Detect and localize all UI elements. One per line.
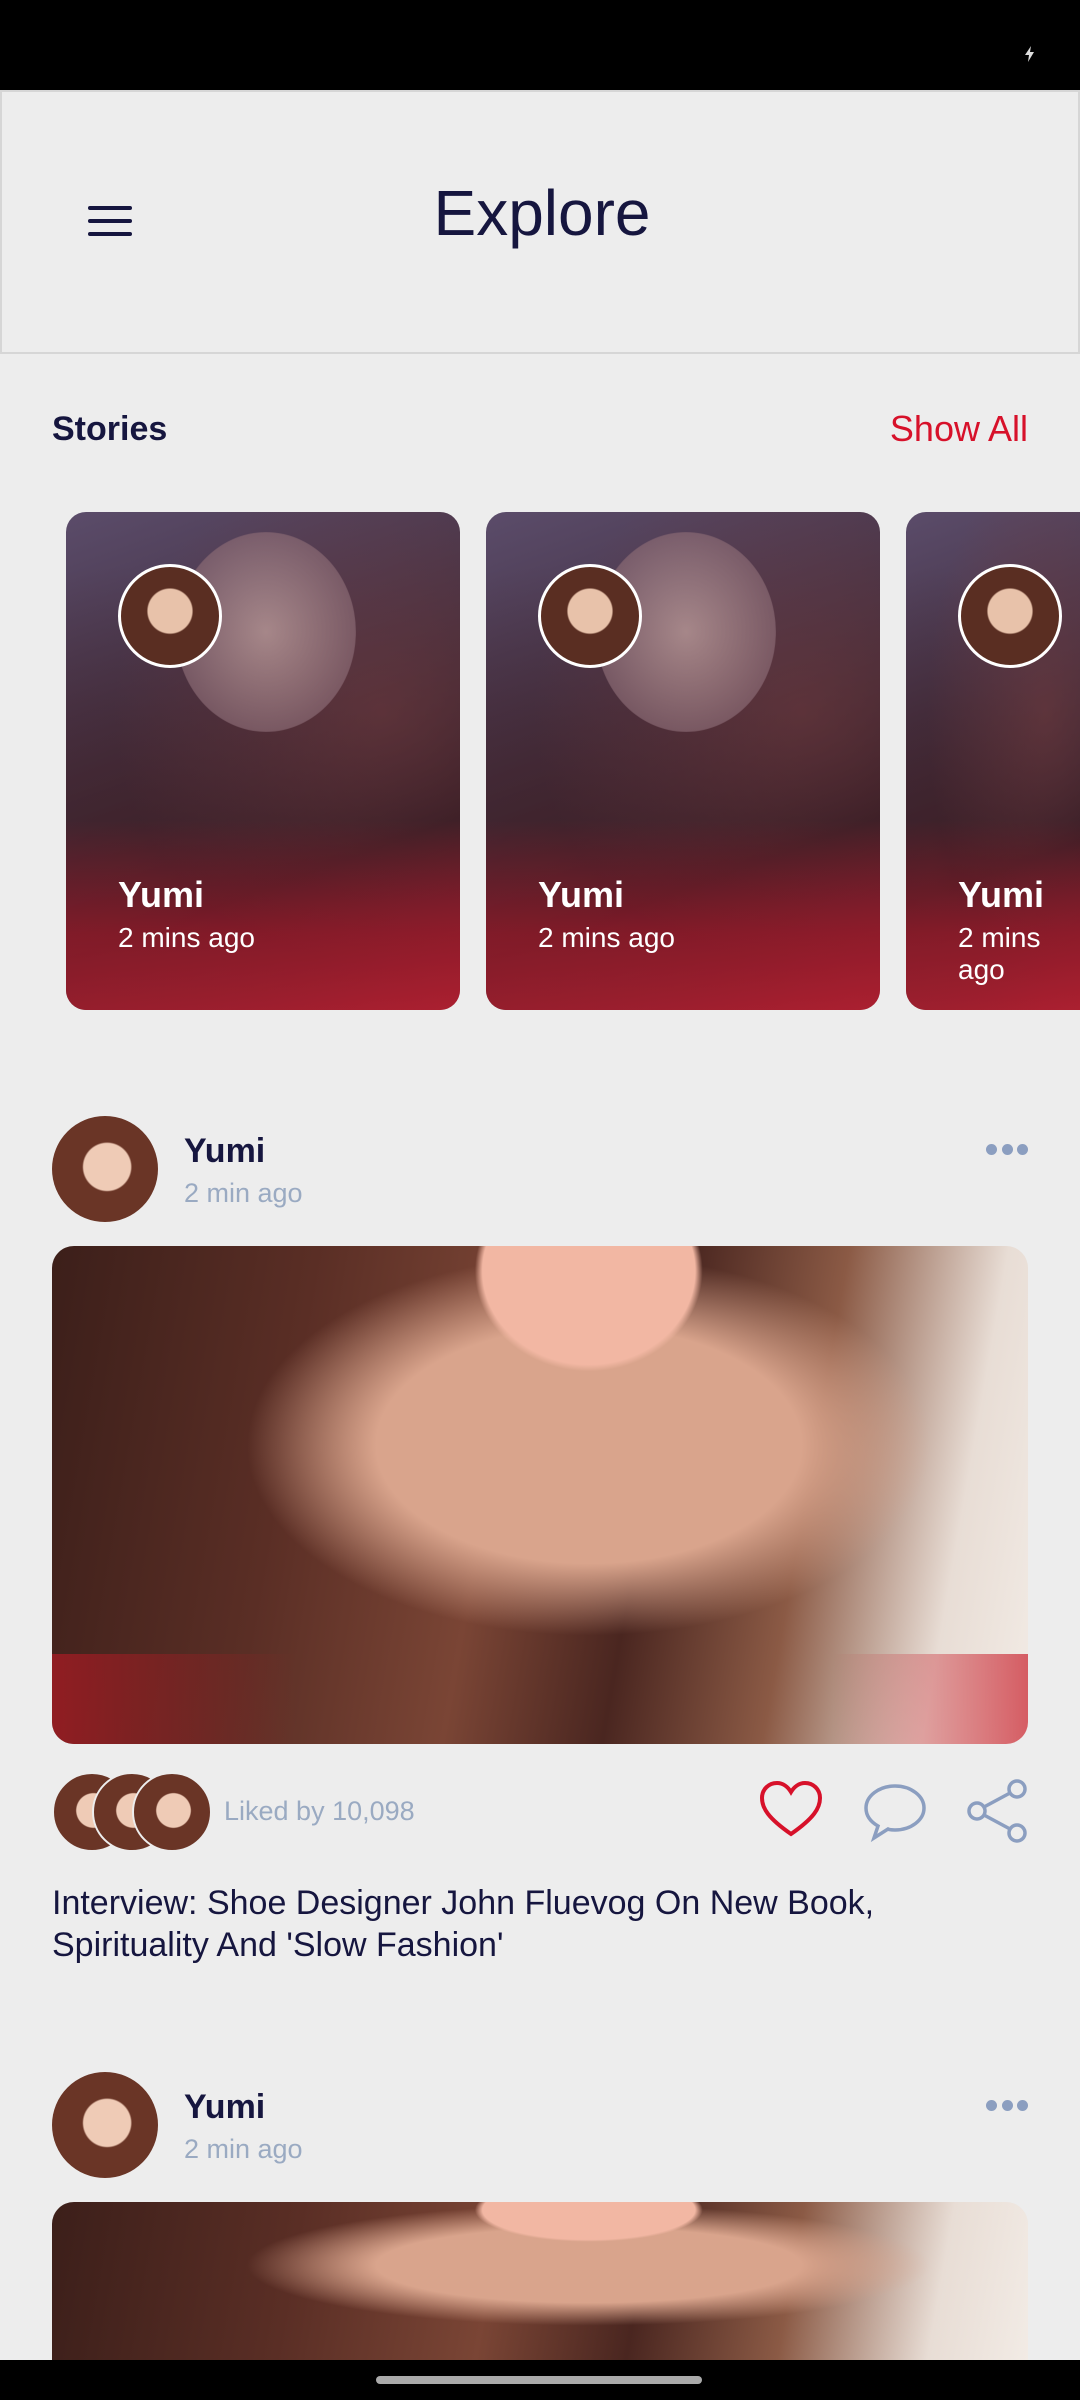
show-all-link[interactable]: Show All [890,408,1028,450]
post-author-avatar[interactable] [52,2072,158,2178]
likes-count[interactable]: Liked by 10,098 [224,1796,415,1827]
post-image[interactable] [52,2202,1028,2360]
post-time: 2 min ago [184,1178,303,1208]
post-author-avatar[interactable] [52,1116,158,1222]
more-options-icon[interactable] [986,1144,1028,1156]
charging-icon [1025,46,1034,62]
post-caption: Interview: Shoe Designer John Fluevog On… [52,1884,875,1964]
post-image[interactable] [52,1246,1028,1744]
post-author-name[interactable]: Yumi [184,1132,265,1171]
story-name: Yumi [118,874,205,915]
story-name: Yumi [538,874,625,915]
story-card[interactable]: Yumi 2 mins ago [486,512,880,1010]
page-title: Explore [433,177,651,249]
story-time: 2 mins ago [958,922,1041,985]
story-time: 2 mins ago [118,922,255,953]
story-avatar [118,564,222,668]
status-bar [0,0,1080,90]
story-name: Yumi [958,874,1045,915]
story-avatar [538,564,642,668]
share-icon[interactable] [964,1778,1030,1844]
post-author-name[interactable]: Yumi [184,2088,265,2127]
stories-heading: Stories [52,410,168,448]
liker-avatars [52,1772,212,1852]
heart-icon[interactable] [758,1778,824,1844]
system-navigation-bar [0,2360,1080,2400]
story-card[interactable]: Yumi 2 mins ago [66,512,460,1010]
story-time: 2 mins ago [538,922,675,953]
post-time: 2 min ago [184,2134,303,2164]
story-avatar [958,564,1062,668]
comment-icon[interactable] [862,1778,928,1844]
story-card[interactable]: Yumi 2 mins ago [906,512,1080,1010]
more-options-icon[interactable] [986,2100,1028,2112]
home-gesture-handle[interactable] [376,2376,702,2384]
app-header: Explore [0,90,1080,354]
